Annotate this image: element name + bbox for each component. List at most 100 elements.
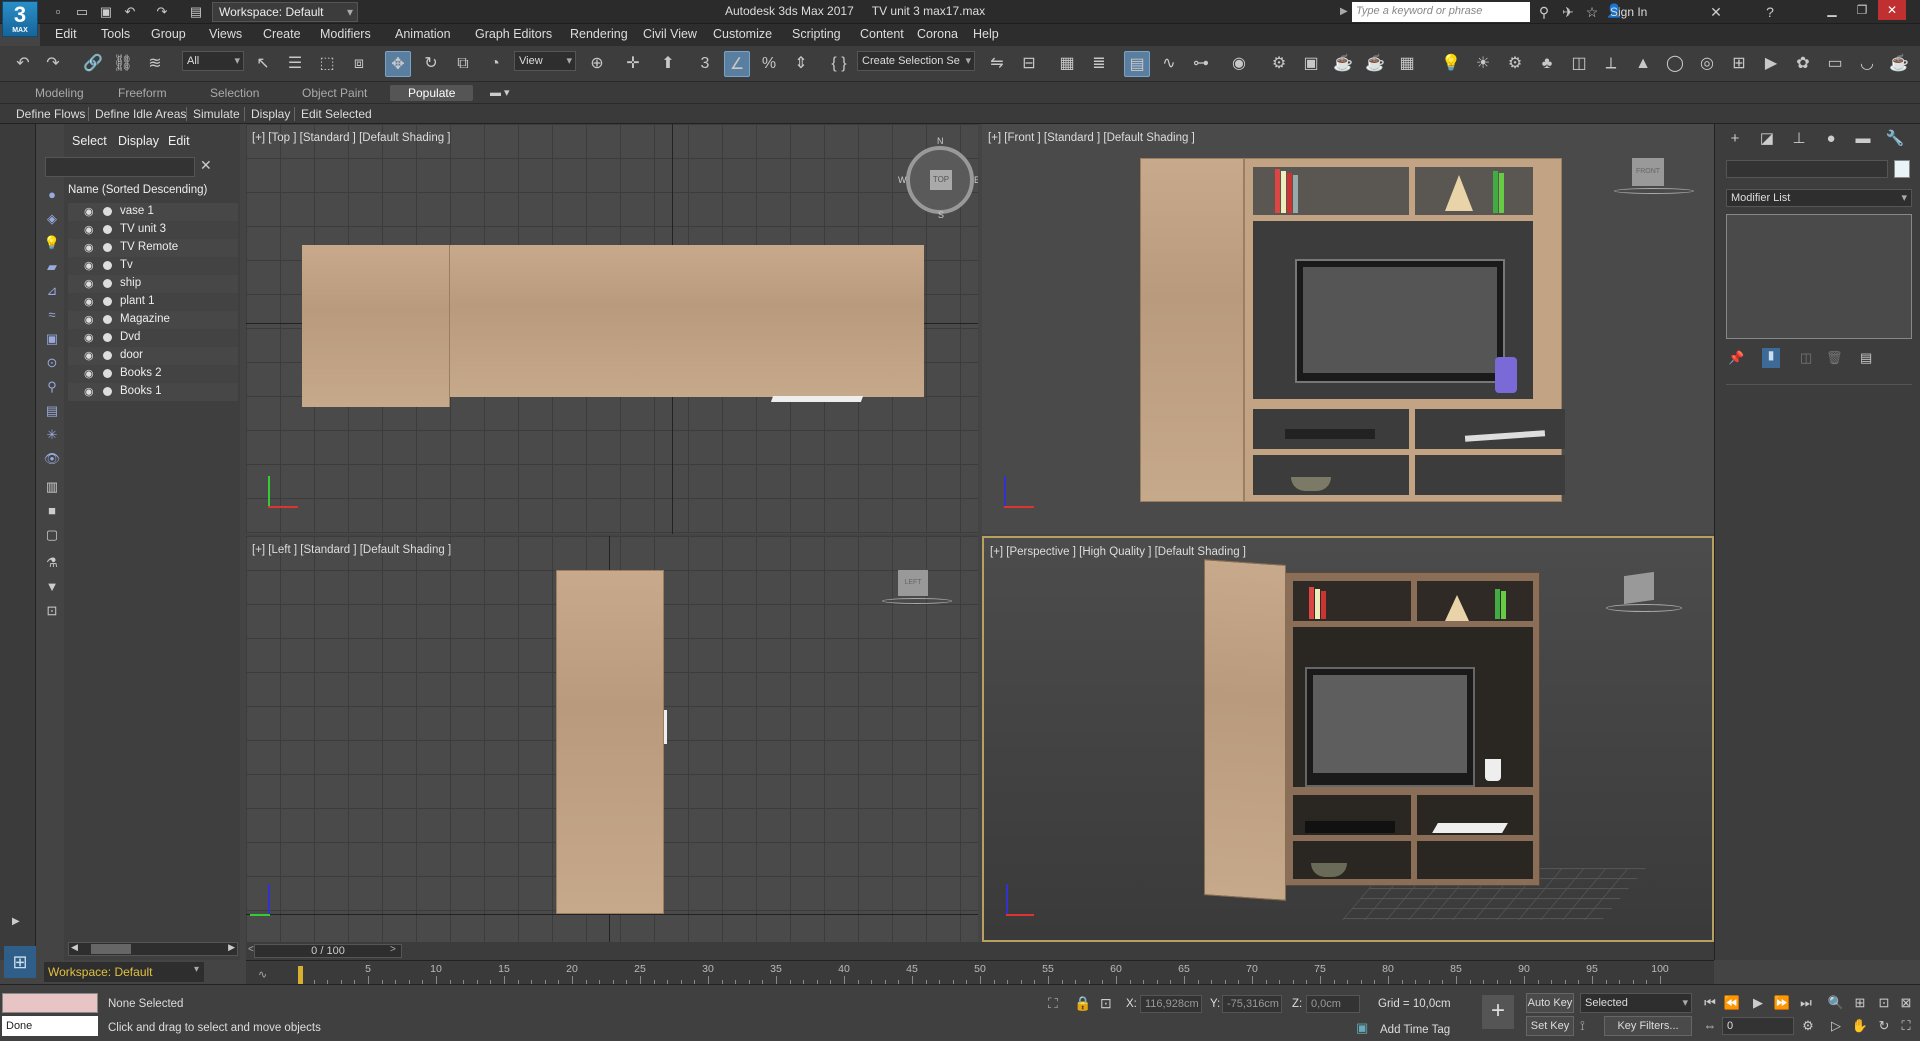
viewport-perspective[interactable]: [+] [Perspective ] [High Quality ] [Defa… (982, 536, 1714, 942)
list-item[interactable]: ◉ Tv (68, 257, 238, 275)
tab-object-paint[interactable]: Object Paint (302, 86, 367, 100)
zoom-icon[interactable]: 🔍 (1826, 993, 1846, 1013)
rectangular-region-icon[interactable]: ⬚ (314, 51, 340, 77)
define-flows-button[interactable]: Define Flows (16, 107, 85, 121)
viewport-layout-icon[interactable]: ⊞ (4, 946, 36, 978)
door-left-view[interactable] (556, 570, 664, 914)
scene-search-input[interactable] (45, 157, 195, 177)
maxscript-output[interactable]: Done (2, 1016, 98, 1036)
door-front-view[interactable] (1140, 158, 1244, 502)
menu-edit[interactable]: Edit (55, 27, 77, 41)
menu-content[interactable]: Content (860, 27, 904, 41)
schematic-view-icon[interactable]: ⊶ (1188, 51, 1214, 77)
menu-civil-view[interactable]: Civil View (643, 27, 697, 41)
display-groups-icon[interactable]: ▣ (42, 329, 62, 349)
align-icon[interactable]: ⊟ (1016, 51, 1042, 77)
visibility-eye-icon[interactable]: ◉ (84, 223, 96, 236)
display-none-icon[interactable]: ▢ (42, 525, 62, 545)
corona-decal-icon[interactable]: ◫ (1566, 51, 1592, 77)
edit-selected-button[interactable]: Edit Selected (301, 107, 372, 121)
pan-view-icon[interactable]: ✋ (1850, 1016, 1870, 1036)
minimize-button[interactable]: ▁ (1818, 0, 1846, 20)
time-tag-icon[interactable]: ▣ (1356, 1020, 1368, 1036)
play-icon[interactable]: ▶ (1748, 993, 1768, 1013)
corona-proxy-icon[interactable]: ⚙ (1502, 51, 1528, 77)
tv-unit-top-view[interactable] (450, 245, 924, 397)
auto-key-button[interactable]: Auto Key (1526, 993, 1574, 1013)
scene-list-header[interactable]: Name (Sorted Descending) (68, 184, 207, 196)
time-configuration-icon[interactable]: ⚙ (1798, 1016, 1818, 1036)
project-folder-icon[interactable]: ▤ (186, 2, 206, 22)
display-frozen-icon[interactable]: ▥ (42, 477, 62, 497)
scene-tab-edit[interactable]: Edit (168, 134, 190, 148)
viewport-label-perspective[interactable]: [+] [Perspective ] [High Quality ] [Defa… (990, 546, 1246, 558)
freeze-dot-icon[interactable] (103, 297, 112, 306)
orbit-icon[interactable]: ↻ (1874, 1016, 1894, 1036)
modifier-stack[interactable] (1726, 214, 1912, 339)
display-button[interactable]: Display (251, 107, 290, 121)
subscription-icon[interactable]: ✈ (1558, 2, 1578, 22)
visibility-eye-icon[interactable]: ◉ (84, 349, 96, 362)
time-slider[interactable]: 0 / 100 (254, 944, 402, 958)
menu-animation[interactable]: Animation (395, 27, 451, 41)
go-to-start-icon[interactable]: ⏮ (1700, 993, 1720, 1013)
make-unique-icon[interactable]: ◫ (1800, 350, 1812, 366)
viewport-top[interactable]: [+] [Top ] [Standard ] [Default Shading … (246, 124, 978, 534)
keyboard-shortcut-override-icon[interactable]: ⬆ (655, 51, 681, 77)
options-icon[interactable]: ⊡ (42, 601, 62, 621)
time-cursor[interactable] (298, 966, 303, 984)
binoculars-icon[interactable]: ⚲ (1534, 2, 1554, 22)
corona-light-icon[interactable]: 💡 (1438, 51, 1464, 77)
scene-workspace-dropdown[interactable]: Workspace: Default (44, 962, 204, 982)
corona-vfb-icon[interactable]: ◎ (1694, 51, 1720, 77)
visibility-eye-icon[interactable]: ◉ (84, 295, 96, 308)
undo-icon[interactable]: ↶ (10, 51, 36, 77)
visibility-eye-icon[interactable]: ◉ (84, 277, 96, 290)
go-to-end-icon[interactable]: ⏭ (1796, 993, 1816, 1013)
scene-tab-display[interactable]: Display (118, 134, 159, 148)
hierarchy-panel-icon[interactable]: ⊥ (1788, 128, 1810, 150)
corona-teapot-icon[interactable]: ☕ (1886, 51, 1912, 77)
display-hidden-icon[interactable]: 👁 (42, 449, 62, 469)
remove-modifier-icon[interactable]: 🗑 (1826, 350, 1843, 366)
spinner-snap-icon[interactable]: ⇕ (788, 51, 814, 77)
corona-interactive-icon[interactable]: ◯ (1662, 51, 1688, 77)
visibility-eye-icon[interactable]: ◉ (84, 241, 96, 254)
workspace-dropdown[interactable]: Workspace: Default (212, 2, 358, 22)
layer-explorer-icon[interactable]: ≣ (1086, 51, 1112, 77)
select-and-place-icon[interactable]: ◔ (482, 51, 508, 77)
define-idle-areas-button[interactable]: Define Idle Areas (95, 107, 186, 121)
motion-panel-icon[interactable]: ● (1820, 128, 1842, 150)
utilities-panel-icon[interactable]: 🔧 (1884, 128, 1906, 150)
scene-horizontal-scrollbar[interactable]: ◀ ▶ (68, 942, 238, 956)
exchange-icon[interactable]: ✕ (1706, 2, 1726, 22)
select-object-icon[interactable]: ↖ (250, 51, 276, 77)
time-next-arrow[interactable]: > (390, 944, 396, 955)
percent-snap-icon[interactable]: % (756, 51, 782, 77)
selection-filter-dropdown[interactable]: All (182, 51, 244, 71)
visibility-eye-icon[interactable]: ◉ (84, 259, 96, 272)
toggle-ribbon-icon[interactable]: ▤ (1124, 51, 1150, 77)
freeze-dot-icon[interactable] (103, 225, 112, 234)
expand-arrow-icon[interactable]: ▶ (12, 916, 20, 927)
previous-frame-icon[interactable]: ⏪ (1722, 993, 1742, 1013)
field-of-view-icon[interactable]: ▷ (1826, 1016, 1846, 1036)
visibility-eye-icon[interactable]: ◉ (84, 205, 96, 218)
set-key-button[interactable]: Set Key (1526, 1016, 1574, 1036)
workspace-dropdown-arrow-icon[interactable]: ▾ (194, 964, 199, 975)
ribbon-options-icon[interactable]: ▬ ▾ (490, 86, 510, 99)
time-prev-arrow[interactable]: < (248, 944, 254, 955)
freeze-dot-icon[interactable] (103, 207, 112, 216)
find-icon[interactable]: ⚗ (42, 553, 62, 573)
angle-snap-icon[interactable]: ∠ (724, 51, 750, 77)
display-particles-icon[interactable]: ✳ (42, 425, 62, 445)
tab-modeling[interactable]: Modeling (35, 86, 84, 100)
list-item[interactable]: ◉ Books 1 (68, 383, 238, 401)
visibility-eye-icon[interactable]: ◉ (84, 331, 96, 344)
key-filters-button[interactable]: Key Filters... (1604, 1016, 1692, 1036)
select-and-move-icon[interactable]: ✥ (385, 51, 411, 77)
viewport-label-front[interactable]: [+] [Front ] [Standard ] [Default Shadin… (988, 132, 1195, 144)
display-xrefs-icon[interactable]: ⊙ (42, 353, 62, 373)
y-coordinate-field[interactable]: -75,316cm (1222, 995, 1282, 1013)
tv-unit-front-view[interactable] (1244, 158, 1565, 502)
